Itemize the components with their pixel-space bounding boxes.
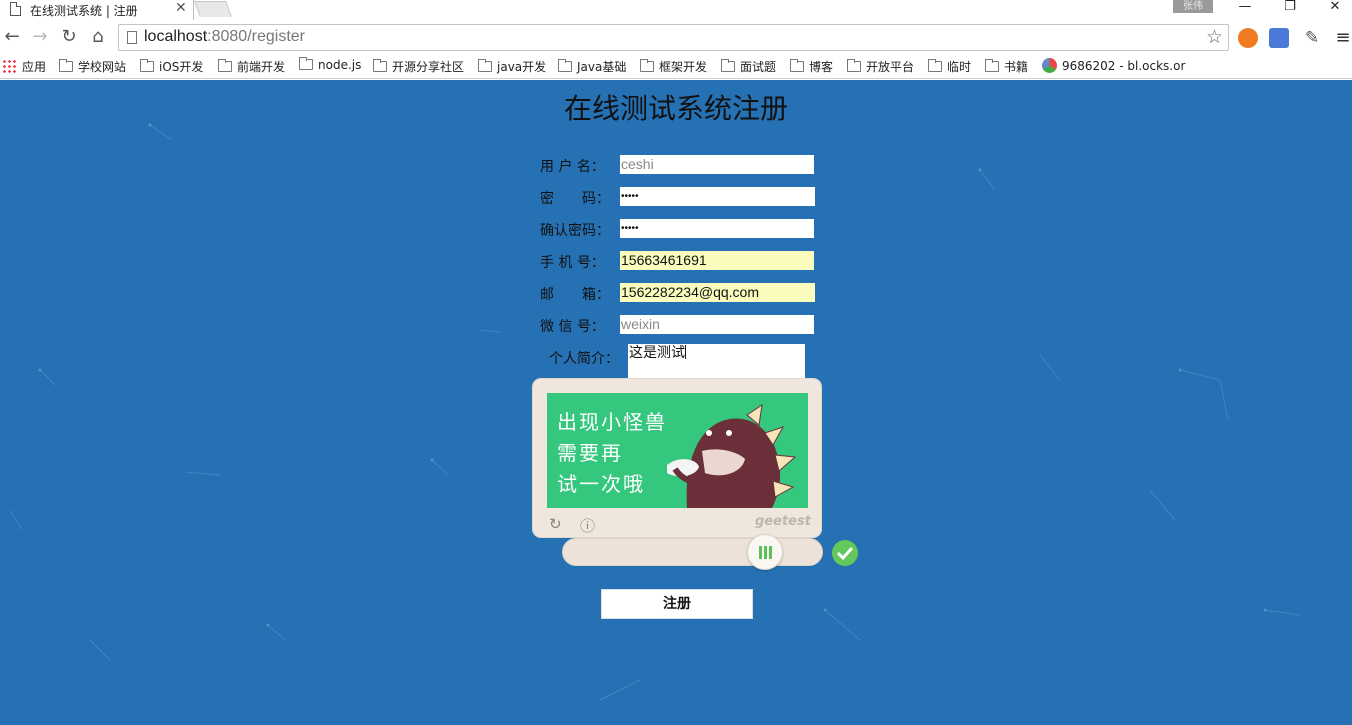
bookmark-folder[interactable]: Java基础 (558, 58, 626, 76)
back-icon[interactable]: ← (0, 25, 24, 49)
confirm-password-input[interactable]: ••••• (620, 219, 814, 238)
home-icon[interactable]: ⌂ (86, 25, 110, 49)
close-icon[interactable]: ✕ (175, 0, 187, 16)
wechat-input[interactable]: weixin (620, 315, 814, 334)
refresh-icon[interactable]: ↻ (549, 515, 562, 533)
page-title: 在线测试系统注册 (563, 92, 788, 125)
address-bar[interactable]: localhost:8080/register ☆ (118, 24, 1229, 51)
phone-label: 手 机 号： (540, 255, 605, 271)
bio-textarea[interactable]: 这是测试 (628, 344, 805, 378)
folder-icon (373, 59, 387, 72)
folder-icon (847, 59, 861, 72)
bookmark-folder[interactable]: 开放平台 (847, 58, 914, 76)
email-label: 邮 箱： (540, 287, 610, 303)
password-label: 密 码： (540, 191, 610, 207)
restore-icon[interactable]: ❐ (1275, 0, 1305, 16)
page-icon (10, 2, 21, 16)
bookmark-bl-ocks[interactable]: 9686202 - bl.ocks.or (1042, 58, 1185, 76)
minimize-icon[interactable]: — (1230, 0, 1260, 16)
page-icon (127, 31, 137, 44)
bookmark-folder[interactable]: 学校网站 (59, 58, 126, 76)
window-close-icon[interactable]: ✕ (1320, 0, 1350, 16)
bookmark-folder[interactable]: node.js (299, 57, 361, 76)
bookmark-folder[interactable]: 框架开发 (640, 58, 707, 76)
bookmark-folder[interactable]: 书籍 (985, 58, 1028, 76)
monster-icon (667, 403, 797, 508)
extension-icon[interactable] (1238, 28, 1258, 48)
captcha-slider-handle[interactable] (747, 534, 783, 570)
apps-icon (2, 59, 16, 73)
eyedropper-icon[interactable]: ✎ (1302, 28, 1322, 48)
tab-strip: 在线测试系统 | 注册 ✕ 张伟 — ❐ ✕ (0, 0, 1352, 20)
phone-input[interactable]: 15663461691 (620, 251, 814, 270)
bio-label: 个人简介： (549, 351, 619, 367)
folder-icon (299, 57, 313, 70)
folder-icon (218, 59, 232, 72)
bookmark-star-icon[interactable]: ☆ (1206, 26, 1223, 48)
folder-icon (790, 59, 804, 72)
bookmark-apps[interactable]: 应用 (2, 58, 46, 76)
tab-title: 在线测试系统 | 注册 (30, 4, 138, 18)
new-tab-button[interactable] (194, 1, 232, 17)
folder-icon (721, 59, 735, 72)
bookmarks-bar: 应用 学校网站 iOS开发 前端开发 node.js 开源分享社区 java开发… (0, 55, 1352, 79)
folder-icon (558, 59, 572, 72)
forward-icon[interactable]: → (28, 25, 52, 49)
bookmark-folder[interactable]: 博客 (790, 58, 833, 76)
bl-ocks-icon (1042, 58, 1057, 73)
folder-icon (985, 59, 999, 72)
email-input[interactable]: 1562282234@qq.com (620, 283, 815, 302)
folder-icon (478, 59, 492, 72)
translate-icon[interactable] (1269, 28, 1289, 48)
password-input[interactable]: ••••• (620, 187, 815, 206)
username-input[interactable]: ceshi (620, 155, 814, 174)
captcha-panel: 出现小怪兽 需要再 试一次哦 ↻ ⓘ geetest (532, 378, 822, 538)
info-icon[interactable]: ⓘ (580, 515, 595, 536)
url-text[interactable]: localhost:8080/register (144, 28, 305, 46)
bookmark-folder[interactable]: 开源分享社区 (373, 58, 464, 76)
wechat-label: 微 信 号： (540, 319, 605, 335)
profile-badge[interactable]: 张伟 (1173, 0, 1213, 13)
folder-icon (59, 59, 73, 72)
bookmark-folder[interactable]: 临时 (928, 58, 971, 76)
register-button[interactable]: 注册 (601, 589, 753, 619)
bookmark-folder[interactable]: java开发 (478, 58, 546, 76)
grip-icon (759, 546, 772, 559)
register-page: 在线测试系统注册 用 户 名： ceshi 密 码： ••••• 确认密码： •… (0, 80, 1352, 725)
folder-icon (640, 59, 654, 72)
username-label: 用 户 名： (540, 159, 605, 175)
bookmark-folder[interactable]: iOS开发 (140, 58, 203, 76)
menu-icon[interactable]: ≡ (1333, 28, 1352, 48)
success-check-icon (832, 540, 858, 566)
folder-icon (140, 59, 154, 72)
captcha-image: 出现小怪兽 需要再 试一次哦 (547, 393, 808, 508)
geetest-brand: geetest (755, 514, 811, 529)
bookmark-folder[interactable]: 面试题 (721, 58, 776, 76)
bookmark-folder[interactable]: 前端开发 (218, 58, 285, 76)
browser-tab[interactable]: 在线测试系统 | 注册 ✕ (0, 0, 194, 20)
captcha-slider-track[interactable] (562, 538, 823, 566)
reload-icon[interactable]: ↻ (57, 25, 81, 49)
confirm-password-label: 确认密码： (540, 223, 610, 239)
folder-icon (928, 59, 942, 72)
